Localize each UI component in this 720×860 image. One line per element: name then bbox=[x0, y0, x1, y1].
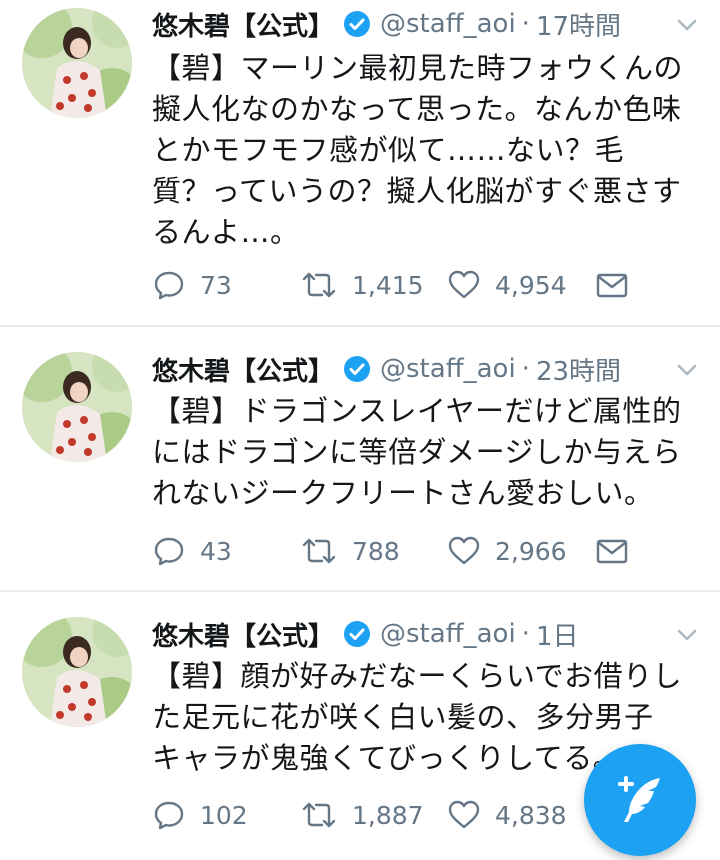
like-button[interactable]: 2,966 bbox=[447, 531, 567, 571]
direct-message-button[interactable] bbox=[595, 265, 629, 305]
retweet-icon bbox=[302, 538, 336, 564]
compose-tweet-button[interactable] bbox=[584, 744, 696, 856]
tweet-1[interactable]: 悠木碧【公式】 @staff_aoi · 17時間 【碧】マーリン最初見た時フォ… bbox=[0, 0, 720, 325]
chevron-down-icon[interactable] bbox=[672, 620, 702, 650]
separator: · bbox=[521, 619, 530, 649]
tweet-text: 【碧】ドラゴンスレイヤーだけど属性的 にはドラゴンに等倍ダメージしか与えら れな… bbox=[152, 391, 702, 514]
chevron-down-icon[interactable] bbox=[672, 10, 702, 40]
retweet-icon bbox=[302, 272, 336, 298]
like-count: 2,966 bbox=[495, 536, 567, 566]
reply-icon bbox=[154, 801, 184, 830]
retweet-count: 1,887 bbox=[352, 800, 424, 830]
reply-count: 43 bbox=[200, 536, 232, 566]
like-count: 4,954 bbox=[495, 270, 567, 300]
reply-icon bbox=[154, 271, 184, 300]
verified-badge-icon bbox=[342, 354, 372, 384]
timestamp[interactable]: 23時間 bbox=[536, 351, 621, 388]
retweet-count: 788 bbox=[352, 536, 400, 566]
avatar[interactable] bbox=[22, 352, 132, 462]
tweet-line: れないジークフリートさん愛おしい。 bbox=[152, 476, 654, 510]
tweet-line: 【碧】マーリン最初見た時フォウくんの bbox=[152, 51, 684, 85]
verified-badge-icon bbox=[342, 9, 372, 39]
retweet-button[interactable]: 788 bbox=[300, 531, 400, 571]
reply-count: 73 bbox=[200, 270, 232, 300]
retweet-count: 1,415 bbox=[352, 270, 424, 300]
display-name[interactable]: 悠木碧【公式】 bbox=[152, 351, 334, 388]
tweet-actions: 43 788 2,966 bbox=[152, 531, 672, 571]
compose-tweet-icon bbox=[618, 776, 660, 822]
heart-icon bbox=[448, 270, 480, 299]
separator: · bbox=[521, 354, 530, 384]
like-button[interactable]: 4,838 bbox=[447, 795, 567, 835]
retweet-button[interactable]: 1,887 bbox=[300, 795, 424, 835]
separator: · bbox=[521, 9, 530, 39]
reply-button[interactable]: 43 bbox=[152, 531, 232, 571]
tweet-line: るんよ…。 bbox=[152, 215, 300, 249]
tweet-text: 【碧】マーリン最初見た時フォウくんの 擬人化なのかなって思った。なんか色味 とか… bbox=[152, 48, 702, 253]
retweet-icon bbox=[302, 802, 336, 828]
tweet-line: にはドラゴンに等倍ダメージしか与えら bbox=[152, 435, 682, 469]
chevron-down-icon[interactable] bbox=[672, 355, 702, 385]
tweet-line: とかモフモフ感が似て……ない？毛 bbox=[152, 133, 625, 167]
retweet-button[interactable]: 1,415 bbox=[300, 265, 424, 305]
user-handle[interactable]: @staff_aoi bbox=[380, 9, 516, 39]
timestamp[interactable]: 17時間 bbox=[536, 6, 621, 43]
avatar[interactable] bbox=[22, 617, 132, 727]
like-count: 4,838 bbox=[495, 800, 567, 830]
verified-badge-icon bbox=[342, 619, 372, 649]
timestamp[interactable]: 1日 bbox=[536, 616, 579, 653]
direct-message-button[interactable] bbox=[595, 531, 629, 571]
tweet-header: 悠木碧【公式】 @staff_aoi · 23時間 bbox=[152, 347, 621, 391]
user-handle[interactable]: @staff_aoi bbox=[380, 354, 516, 384]
tweet-header: 悠木碧【公式】 @staff_aoi · 1日 bbox=[152, 612, 578, 656]
tweet-line: 【碧】顔が好みだなーくらいでお借りし bbox=[152, 659, 683, 693]
tweet-line: た足元に花が咲く白い髪の、多分男子 bbox=[152, 700, 654, 734]
heart-icon bbox=[448, 536, 480, 565]
display-name[interactable]: 悠木碧【公式】 bbox=[152, 616, 334, 653]
tweet-line: 【碧】ドラゴンスレイヤーだけど属性的 bbox=[152, 394, 682, 428]
reply-icon bbox=[154, 537, 184, 566]
avatar[interactable] bbox=[22, 8, 132, 118]
reply-count: 102 bbox=[200, 800, 248, 830]
heart-icon bbox=[448, 800, 480, 829]
user-handle[interactable]: @staff_aoi bbox=[380, 619, 516, 649]
reply-button[interactable]: 73 bbox=[152, 265, 232, 305]
reply-button[interactable]: 102 bbox=[152, 795, 248, 835]
like-button[interactable]: 4,954 bbox=[447, 265, 567, 305]
envelope-icon bbox=[596, 539, 628, 564]
display-name[interactable]: 悠木碧【公式】 bbox=[152, 6, 334, 43]
tweet-actions: 73 1,415 4,954 bbox=[152, 265, 672, 305]
tweet-header: 悠木碧【公式】 @staff_aoi · 17時間 bbox=[152, 2, 621, 46]
tweet-2[interactable]: 悠木碧【公式】 @staff_aoi · 23時間 【碧】ドラゴンスレイヤーだけ… bbox=[0, 327, 720, 590]
tweet-line: 質？っていうの？擬人化脳がすぐ悪さす bbox=[152, 174, 682, 208]
tweet-line: 擬人化なのかなって思った。なんか色味 bbox=[152, 92, 682, 126]
envelope-icon bbox=[596, 273, 628, 298]
